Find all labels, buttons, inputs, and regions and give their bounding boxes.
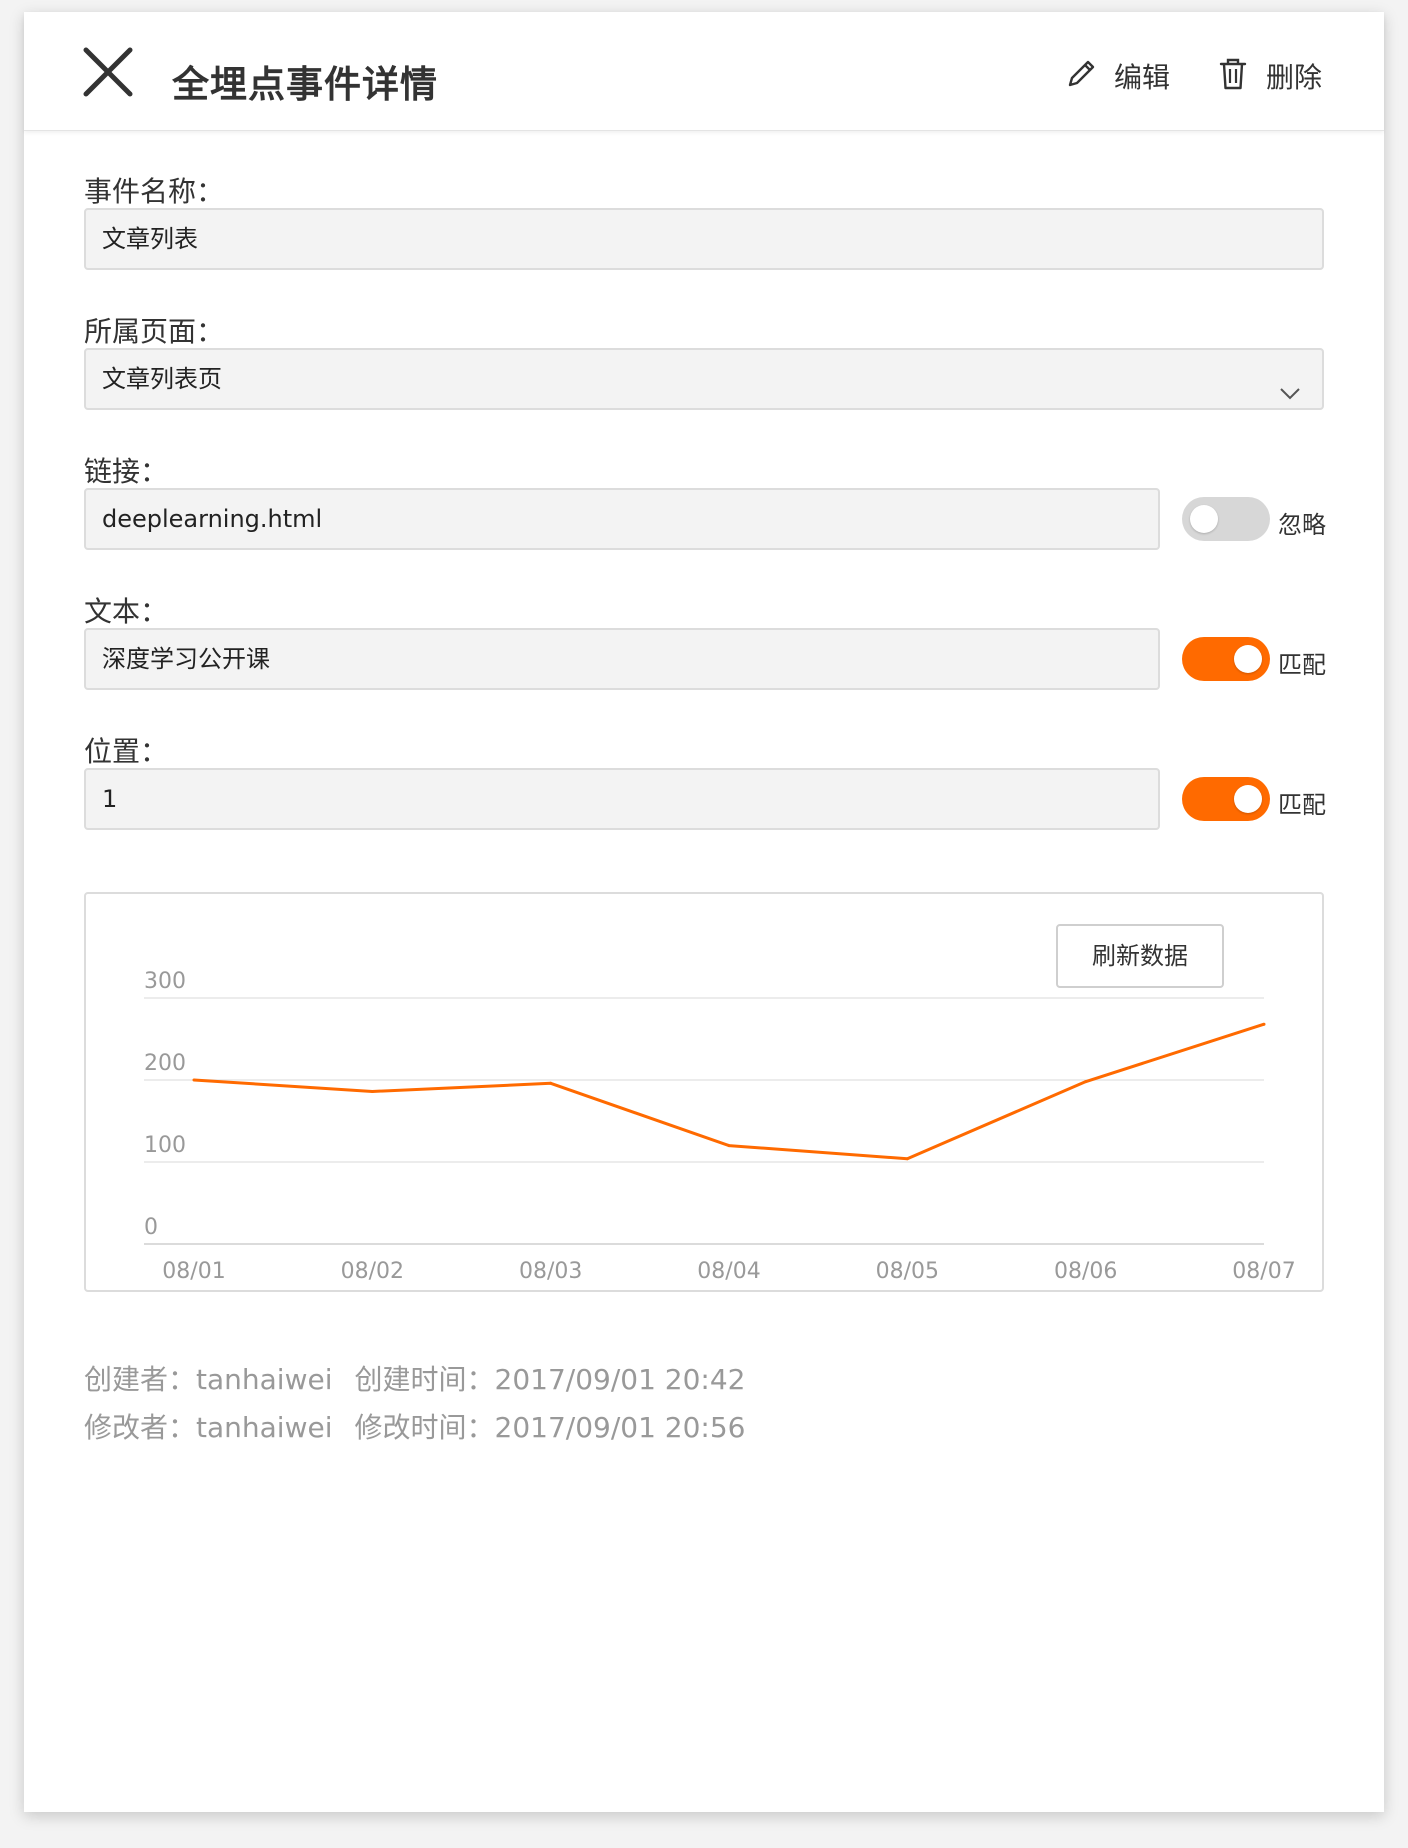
created-time: 2017/09/01 20:42	[494, 1363, 746, 1396]
creator-row: 创建者：tanhaiwei 创建时间：2017/09/01 20:42	[84, 1358, 746, 1398]
data-point	[1262, 1022, 1266, 1026]
x-tick-label: 08/03	[519, 1259, 582, 1284]
data-point	[1084, 1080, 1088, 1084]
x-tick-label: 08/01	[162, 1259, 225, 1284]
modified-time: 2017/09/01 20:56	[494, 1411, 746, 1444]
data-point	[727, 1144, 731, 1148]
y-tick-label: 100	[144, 1133, 186, 1158]
y-tick-label: 0	[144, 1215, 158, 1240]
y-tick-label: 300	[144, 969, 186, 994]
line-chart: 0 100 200 300 08/01 08/02 08/03 08/04 08/05 08/06…	[144, 969, 1296, 1284]
x-tick-label: 08/07	[1232, 1259, 1295, 1284]
data-point	[549, 1081, 553, 1085]
x-tick-label: 08/04	[697, 1259, 760, 1284]
creator-label: 创建者：	[84, 1363, 197, 1396]
modifier-label: 修改者：	[84, 1411, 197, 1444]
data-point	[905, 1157, 909, 1161]
creator-name: tanhaiwei	[196, 1363, 333, 1396]
modifier-row: 修改者：tanhaiwei 修改时间：2017/09/01 20:56	[84, 1406, 746, 1446]
modified-time-label: 修改时间：	[354, 1411, 495, 1444]
x-tick-label: 08/05	[876, 1259, 939, 1284]
modifier-name: tanhaiwei	[196, 1411, 333, 1444]
series-line	[193, 1022, 1265, 1161]
data-point	[192, 1078, 196, 1082]
y-tick-label: 200	[144, 1051, 186, 1076]
created-time-label: 创建时间：	[354, 1363, 495, 1396]
x-tick-label: 08/02	[341, 1259, 404, 1284]
data-point	[370, 1089, 374, 1093]
x-tick-label: 08/06	[1054, 1259, 1117, 1284]
detail-panel: 全埋点事件详情 编辑 删除 事件名称： 文章列表 所属页面： 文章列表页 链接：…	[24, 12, 1384, 1812]
